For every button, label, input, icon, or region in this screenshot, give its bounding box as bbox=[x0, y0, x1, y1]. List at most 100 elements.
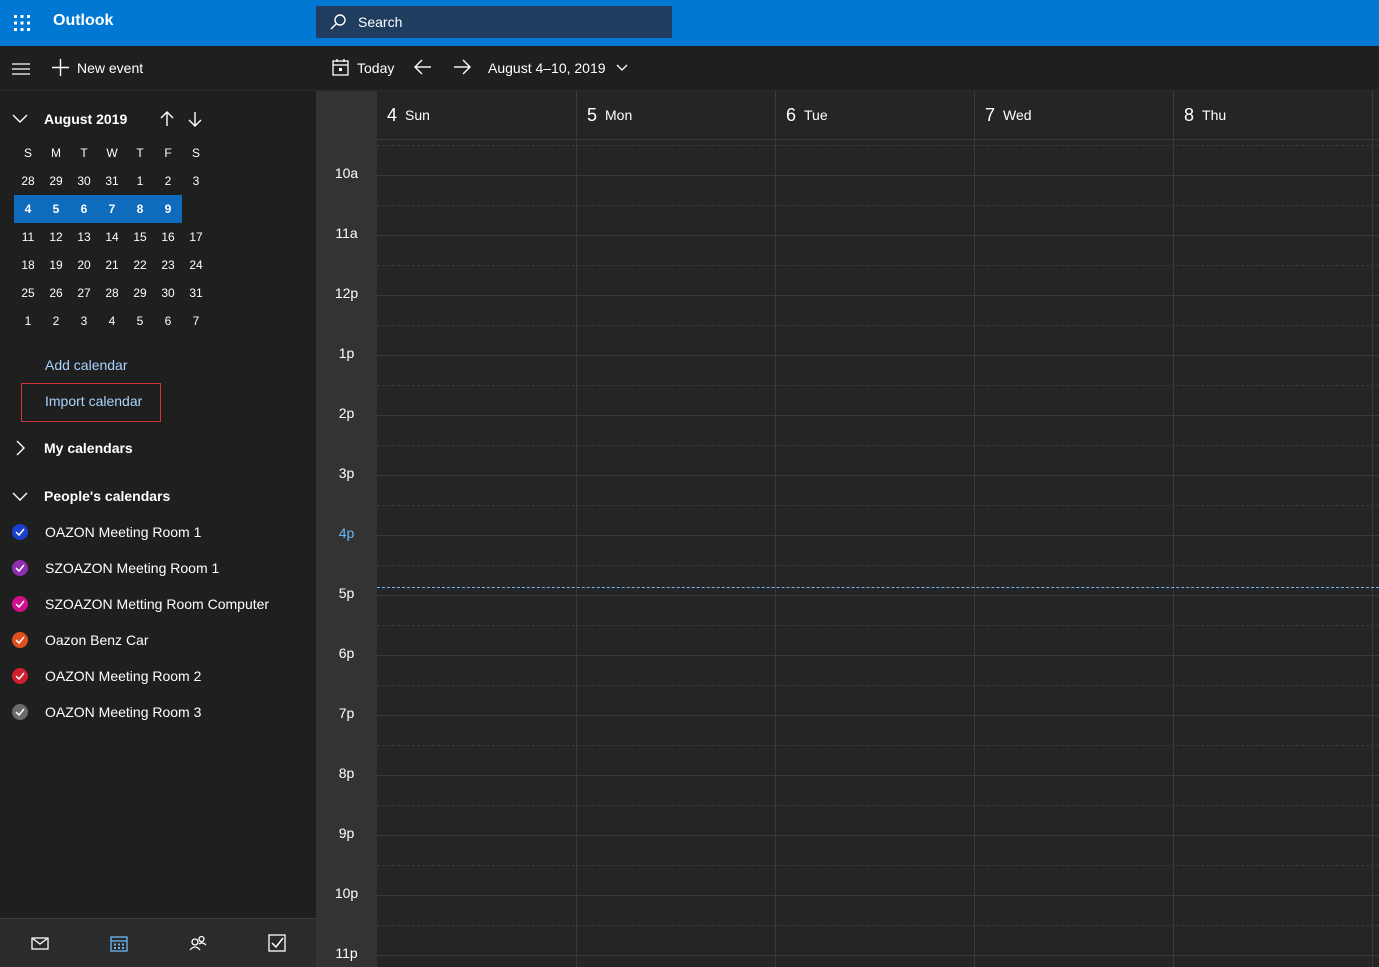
mini-calendar-day[interactable]: 27 bbox=[70, 279, 98, 307]
search-input[interactable]: Search bbox=[358, 14, 402, 30]
weekday-label: W bbox=[106, 146, 118, 160]
people-module-button[interactable] bbox=[158, 919, 237, 967]
mini-calendar-day[interactable]: 26 bbox=[42, 279, 70, 307]
mini-calendar-day[interactable]: 7 bbox=[98, 195, 126, 223]
mini-calendar-day[interactable]: 28 bbox=[98, 279, 126, 307]
arrow-up-icon[interactable] bbox=[160, 111, 174, 127]
calendar-name: SZOAZON Meeting Room 1 bbox=[45, 560, 220, 576]
half-hour-line bbox=[377, 325, 1379, 326]
mini-calendar-day[interactable]: 29 bbox=[126, 279, 154, 307]
mini-calendar-day[interactable]: 19 bbox=[42, 251, 70, 279]
chevron-down-icon bbox=[12, 114, 28, 123]
new-event-button[interactable]: New event bbox=[52, 59, 143, 76]
mini-calendar-day[interactable]: 5 bbox=[126, 307, 154, 335]
menu-toggle-button[interactable] bbox=[12, 62, 30, 80]
mini-calendar-day[interactable]: 28 bbox=[14, 167, 42, 195]
mini-calendar-day[interactable]: 31 bbox=[98, 167, 126, 195]
calendar-item[interactable]: OAZON Meeting Room 2 bbox=[12, 668, 201, 684]
module-switcher bbox=[0, 918, 316, 967]
day-header-wed[interactable]: 7 Wed bbox=[975, 91, 1174, 139]
hamburger-icon bbox=[12, 63, 30, 75]
hour-label: 1p bbox=[338, 345, 355, 361]
calendar-item[interactable]: OAZON Meeting Room 3 bbox=[12, 704, 201, 720]
mini-calendar-day[interactable]: 1 bbox=[14, 307, 42, 335]
mini-calendar-day[interactable]: 17 bbox=[182, 223, 210, 251]
mini-calendar-day[interactable]: 2 bbox=[154, 167, 182, 195]
calendar-item[interactable]: OAZON Meeting Room 1 bbox=[12, 524, 201, 540]
mini-calendar-day[interactable]: 16 bbox=[154, 223, 182, 251]
next-week-button[interactable] bbox=[453, 59, 471, 80]
mini-calendar-day[interactable]: 21 bbox=[98, 251, 126, 279]
mini-calendar-day[interactable]: 6 bbox=[154, 307, 182, 335]
mail-module-button[interactable] bbox=[0, 919, 79, 967]
calendar-module-button[interactable] bbox=[79, 919, 158, 967]
mini-calendar-day[interactable]: 5 bbox=[42, 195, 70, 223]
mini-calendar-day[interactable]: 1 bbox=[126, 167, 154, 195]
weekday-label: T bbox=[80, 146, 88, 160]
day-header-tue[interactable]: 6 Tue bbox=[776, 91, 975, 139]
today-button[interactable]: Today bbox=[332, 59, 394, 76]
mini-calendar-day[interactable]: 14 bbox=[98, 223, 126, 251]
hour-line bbox=[377, 835, 1379, 836]
mini-calendar-header[interactable]: August 2019 bbox=[12, 111, 127, 127]
mini-calendar-day[interactable]: 9 bbox=[154, 195, 182, 223]
mini-calendar-day[interactable]: 3 bbox=[70, 307, 98, 335]
checkmark-icon[interactable] bbox=[12, 668, 28, 684]
calendar-item[interactable]: SZOAZON Metting Room Computer bbox=[12, 596, 269, 612]
mini-calendar-day[interactable]: 13 bbox=[70, 223, 98, 251]
mini-calendar-day[interactable]: 18 bbox=[14, 251, 42, 279]
mini-calendar-day[interactable]: 7 bbox=[182, 307, 210, 335]
my-calendars-group[interactable]: My calendars bbox=[12, 440, 133, 456]
hour-line bbox=[377, 355, 1379, 356]
mini-calendar-day[interactable]: 24 bbox=[182, 251, 210, 279]
mini-calendar-day[interactable]: 11 bbox=[14, 223, 42, 251]
mini-calendar-day[interactable]: 8 bbox=[126, 195, 154, 223]
mini-calendar-day[interactable]: 6 bbox=[70, 195, 98, 223]
day-header-thu[interactable]: 8 Thu bbox=[1174, 91, 1373, 139]
import-calendar-link[interactable]: Import calendar bbox=[45, 393, 142, 409]
day-header-mon[interactable]: 5 Mon bbox=[577, 91, 776, 139]
mini-calendar-day[interactable]: 2 bbox=[42, 307, 70, 335]
mini-calendar-day[interactable]: 23 bbox=[154, 251, 182, 279]
tasks-module-button[interactable] bbox=[237, 919, 316, 967]
mini-calendar-day[interactable]: 29 bbox=[42, 167, 70, 195]
checkmark-icon[interactable] bbox=[12, 632, 28, 648]
mini-calendar-week: 25 26 27 28 29 30 31 bbox=[14, 279, 210, 307]
mini-calendar-day[interactable]: 31 bbox=[182, 279, 210, 307]
arrow-down-icon[interactable] bbox=[188, 111, 202, 127]
previous-week-button[interactable] bbox=[414, 59, 432, 80]
half-hour-line bbox=[377, 745, 1379, 746]
peoples-calendars-group[interactable]: People's calendars bbox=[12, 488, 170, 504]
mini-calendar-day[interactable]: 4 bbox=[98, 307, 126, 335]
half-hour-line bbox=[377, 445, 1379, 446]
mini-calendar-day[interactable]: 30 bbox=[70, 167, 98, 195]
day-name: Sun bbox=[405, 107, 430, 123]
checkmark-icon[interactable] bbox=[12, 560, 28, 576]
add-calendar-link[interactable]: Add calendar bbox=[45, 357, 128, 373]
mini-calendar-day[interactable]: 30 bbox=[154, 279, 182, 307]
hour-label: 5p bbox=[338, 585, 355, 601]
day-header-sun[interactable]: 4 Sun bbox=[377, 91, 577, 139]
checkmark-icon[interactable] bbox=[12, 596, 28, 612]
mini-calendar-day[interactable]: 4 bbox=[14, 195, 42, 223]
calendar-item[interactable]: SZOAZON Meeting Room 1 bbox=[12, 560, 219, 576]
mini-calendar-day[interactable]: 20 bbox=[70, 251, 98, 279]
checkmark-icon[interactable] bbox=[12, 704, 28, 720]
mini-calendar-day[interactable]: 22 bbox=[126, 251, 154, 279]
mini-calendar-nav bbox=[160, 111, 202, 127]
hour-line bbox=[377, 295, 1379, 296]
mini-calendar-day[interactable]: 25 bbox=[14, 279, 42, 307]
day-number: 7 bbox=[985, 104, 996, 125]
app-title[interactable]: Outlook bbox=[53, 12, 113, 30]
mini-calendar-day[interactable]: 12 bbox=[42, 223, 70, 251]
search-box[interactable]: Search bbox=[316, 6, 672, 38]
checkmark-icon[interactable] bbox=[12, 524, 28, 540]
mini-calendar-day[interactable]: 15 bbox=[126, 223, 154, 251]
app-launcher-button[interactable] bbox=[0, 0, 44, 46]
current-hour-label: 4p bbox=[338, 525, 355, 541]
week-grid[interactable]: 4 Sun 5 Mon 6 Tue 7 Wed 8 Thu bbox=[377, 91, 1379, 967]
half-hour-line bbox=[377, 145, 1379, 146]
date-range-picker[interactable]: August 4–10, 2019 bbox=[488, 60, 628, 76]
calendar-item[interactable]: Oazon Benz Car bbox=[12, 632, 149, 648]
mini-calendar-day[interactable]: 3 bbox=[182, 167, 210, 195]
